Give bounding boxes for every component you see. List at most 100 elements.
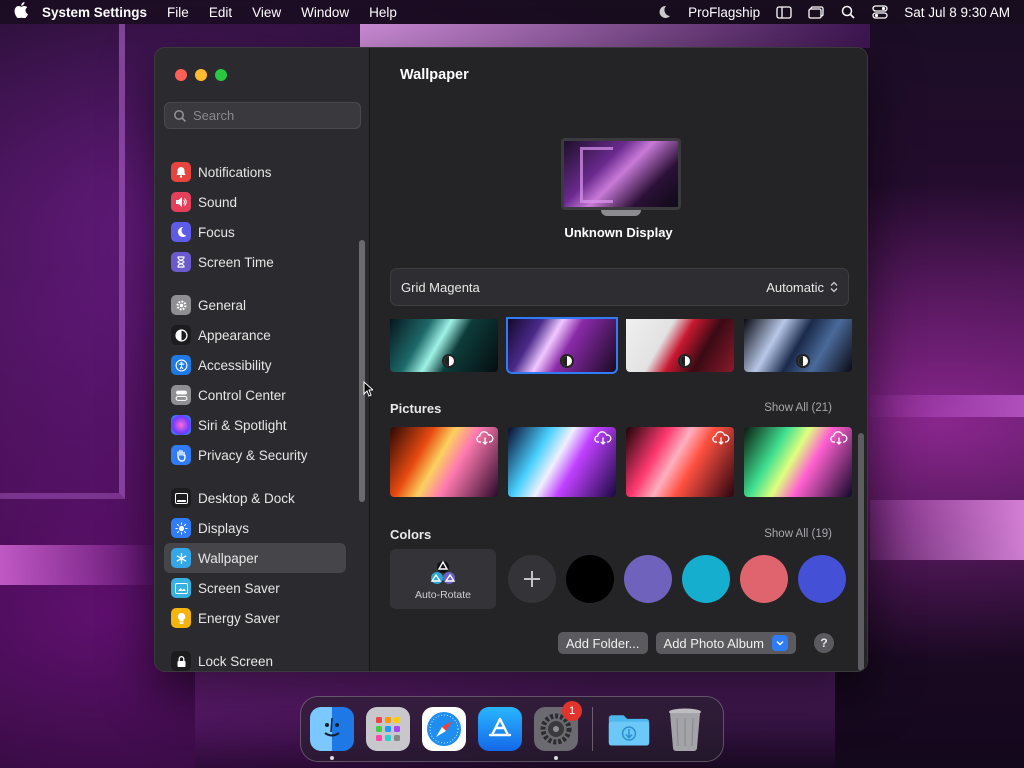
- sidebar-item-label: Privacy & Security: [198, 447, 308, 463]
- menu-file[interactable]: File: [167, 5, 189, 20]
- add-folder-label: Add Folder...: [565, 635, 640, 651]
- color-swatch[interactable]: [566, 555, 614, 603]
- display-name: Unknown Display: [564, 225, 673, 240]
- colors-row: Auto-Rotate: [390, 549, 846, 609]
- minimize-button[interactable]: [195, 69, 207, 81]
- sidebar-item-privacy-security[interactable]: Privacy & Security: [164, 440, 346, 470]
- wallpaper-decoration: [0, 24, 125, 499]
- system-settings-window: Notifications Sound Focus Screen Time: [154, 47, 868, 672]
- picture-thumbnail[interactable]: [744, 427, 852, 497]
- pictures-show-all-button[interactable]: Show All (21): [764, 402, 832, 414]
- menu-app-name[interactable]: System Settings: [42, 5, 147, 20]
- menu-edit[interactable]: Edit: [209, 5, 232, 20]
- sidebar-item-screen-time[interactable]: Screen Time: [164, 247, 346, 277]
- sidebar-item-sound[interactable]: Sound: [164, 187, 346, 217]
- zoom-button[interactable]: [215, 69, 227, 81]
- safari-icon[interactable]: [422, 707, 466, 751]
- sidebar-item-accessibility[interactable]: Accessibility: [164, 350, 346, 380]
- menu-user-name[interactable]: ProFlagship: [688, 5, 760, 20]
- snowflake-icon: [171, 548, 191, 568]
- sidebar: Notifications Sound Focus Screen Time: [155, 48, 370, 671]
- appearance-badge-icon: [560, 354, 574, 368]
- add-folder-button[interactable]: Add Folder...: [557, 632, 648, 654]
- app-store-icon[interactable]: [478, 707, 522, 751]
- wallpaper-pane: Wallpaper Unknown Display Grid Magenta A…: [370, 48, 867, 671]
- sidebar-toggle-icon[interactable]: [776, 5, 792, 19]
- control-center-icon: [171, 385, 191, 405]
- dock: 1: [300, 696, 724, 762]
- wallpaper-thumbnail[interactable]: [744, 319, 852, 372]
- sidebar-item-notifications[interactable]: Notifications: [164, 157, 346, 187]
- display-stand: [601, 210, 641, 216]
- trash-icon[interactable]: [663, 707, 707, 751]
- add-photo-album-button[interactable]: Add Photo Album: [655, 632, 796, 654]
- focus-moon-icon[interactable]: [656, 5, 672, 19]
- sidebar-item-lock-screen[interactable]: Lock Screen: [164, 646, 346, 671]
- search-field[interactable]: [164, 102, 361, 129]
- pictures-section-title: Pictures: [390, 401, 442, 416]
- picture-thumbnail[interactable]: [626, 427, 734, 497]
- appearance-badge-icon: [796, 354, 810, 368]
- colors-show-all-button[interactable]: Show All (19): [764, 528, 832, 540]
- dock-separator: [592, 707, 593, 751]
- sidebar-item-focus[interactable]: Focus: [164, 217, 346, 247]
- sidebar-item-control-center[interactable]: Control Center: [164, 380, 346, 410]
- chevron-down-icon: [772, 635, 788, 651]
- sidebar-item-wallpaper[interactable]: Wallpaper: [164, 543, 346, 573]
- page-title: Wallpaper: [400, 67, 469, 83]
- wallpaper-mode-popup[interactable]: Automatic: [766, 280, 838, 295]
- sidebar-item-general[interactable]: General: [164, 290, 346, 320]
- picture-thumbnail[interactable]: [390, 427, 498, 497]
- sidebar-item-label: Screen Saver: [198, 580, 280, 596]
- windows-icon[interactable]: [808, 5, 824, 19]
- sidebar-item-appearance[interactable]: Appearance: [164, 320, 346, 350]
- notification-badge: 1: [562, 701, 582, 721]
- color-swatch[interactable]: [682, 555, 730, 603]
- sidebar-item-label: General: [198, 297, 247, 313]
- control-center-icon[interactable]: [872, 5, 888, 19]
- auto-rotate-tile[interactable]: Auto-Rotate: [390, 549, 496, 609]
- search-input[interactable]: [193, 108, 353, 123]
- colors-section-title: Colors: [390, 527, 432, 542]
- sidebar-scrollbar[interactable]: [359, 240, 365, 502]
- launchpad-icon[interactable]: [366, 707, 410, 751]
- sidebar-item-energy-saver[interactable]: Energy Saver: [164, 603, 346, 633]
- finder-icon[interactable]: [310, 707, 354, 760]
- spotlight-search-icon[interactable]: [840, 5, 856, 19]
- sidebar-item-displays[interactable]: Displays: [164, 513, 346, 543]
- sidebar-item-label: Desktop & Dock: [198, 490, 295, 506]
- screen-saver-icon: [171, 578, 191, 598]
- cloud-download-icon: [594, 431, 612, 445]
- sidebar-item-screen-saver[interactable]: Screen Saver: [164, 573, 346, 603]
- menu-view[interactable]: View: [252, 5, 281, 20]
- sidebar-item-siri-spotlight[interactable]: Siri & Spotlight: [164, 410, 346, 440]
- wallpaper-thumbnail-selected[interactable]: [506, 317, 618, 374]
- cloud-download-icon: [476, 431, 494, 445]
- sidebar-item-label: Control Center: [198, 387, 286, 403]
- color-swatch[interactable]: [798, 555, 846, 603]
- bottom-actions: Add Folder... Add Photo Album ?: [557, 632, 834, 654]
- picture-thumbnail[interactable]: [508, 427, 616, 497]
- running-indicator: [554, 756, 558, 760]
- color-swatch[interactable]: [624, 555, 672, 603]
- help-button[interactable]: ?: [814, 633, 834, 653]
- sidebar-item-desktop-dock[interactable]: Desktop & Dock: [164, 483, 346, 513]
- wallpaper-mode-value: Automatic: [766, 279, 824, 295]
- color-swatch[interactable]: [740, 555, 788, 603]
- auto-rotate-label: Auto-Rotate: [414, 589, 472, 601]
- pictures-row: [390, 427, 852, 497]
- add-color-button[interactable]: [508, 555, 556, 603]
- menu-window[interactable]: Window: [301, 5, 349, 20]
- close-button[interactable]: [175, 69, 187, 81]
- display-preview: [561, 138, 681, 210]
- wallpaper-thumbnail[interactable]: [626, 319, 734, 372]
- downloads-folder-icon[interactable]: [607, 707, 651, 751]
- content-scrollbar[interactable]: [858, 433, 864, 671]
- wallpaper-thumbnail[interactable]: [390, 319, 498, 372]
- system-settings-icon[interactable]: 1: [534, 701, 582, 760]
- apple-menu-icon[interactable]: [14, 2, 42, 22]
- menu-help[interactable]: Help: [369, 5, 397, 20]
- sidebar-item-label: Focus: [198, 224, 235, 240]
- menu-clock[interactable]: Sat Jul 8 9:30 AM: [904, 5, 1010, 20]
